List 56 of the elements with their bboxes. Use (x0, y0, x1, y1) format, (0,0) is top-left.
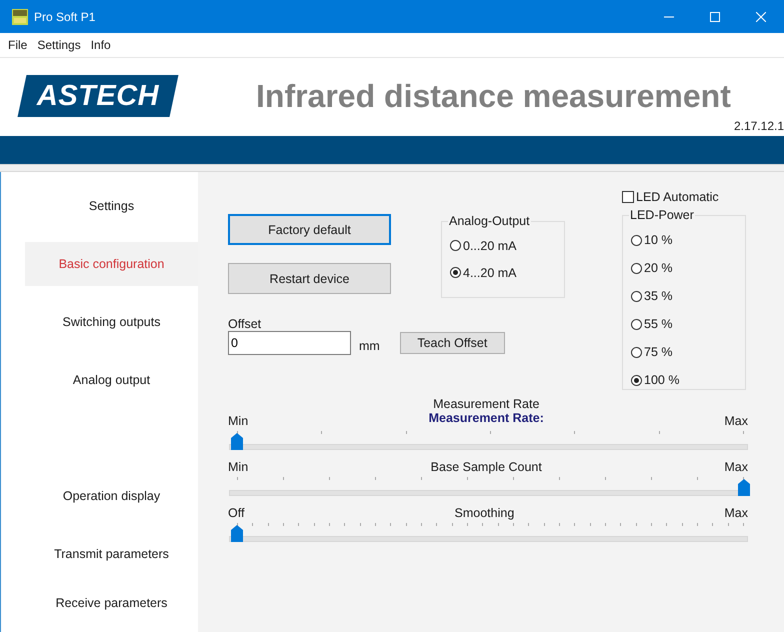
app-heading: Infrared distance measurement (256, 78, 731, 116)
group-title: Analog-Output (448, 214, 531, 228)
group-title: LED-Power (629, 208, 695, 222)
version-text: 2.17.12.1 (734, 119, 784, 133)
max-label: Max (724, 414, 748, 428)
slider-title: Base Sample Count (430, 460, 542, 474)
unit-label: mm (359, 339, 380, 353)
max-label: Max (724, 460, 748, 474)
sidebar-item[interactable]: Settings (25, 184, 198, 228)
led-automatic-checkbox[interactable]: LED Automatic (622, 188, 746, 206)
radio-option[interactable]: 4...20 mA (450, 259, 564, 286)
close-icon (756, 12, 766, 22)
offset-field[interactable]: 0 (228, 331, 351, 355)
window-title: Pro Soft P1 (34, 10, 96, 24)
menu-item[interactable]: Settings (37, 38, 81, 52)
slider-title: Measurement Rate (433, 397, 540, 411)
sidebar-item[interactable]: Analog output (25, 358, 198, 402)
radio-icon[interactable] (631, 346, 642, 358)
max-label: Max (724, 506, 748, 520)
radio-option[interactable]: 55 % (631, 310, 745, 338)
slider-value-label: Measurement Rate: (428, 411, 544, 425)
menu-item[interactable]: Info (90, 38, 111, 52)
radio-option[interactable]: 100 % (631, 366, 745, 394)
menu-item[interactable]: File (8, 38, 28, 52)
slider-thumb[interactable] (231, 433, 243, 450)
sidebar-item[interactable]: Basic configuration (25, 242, 198, 286)
radio-icon[interactable] (450, 240, 461, 251)
offset-label: Offset (228, 317, 262, 331)
action-button[interactable]: Factory default (228, 214, 391, 245)
app-icon (12, 8, 28, 24)
radio-option[interactable]: 10 % (631, 226, 745, 254)
sidebar-item[interactable]: Operation display (25, 474, 198, 518)
radio-option[interactable]: 75 % (631, 338, 745, 366)
min-label: Min (228, 414, 248, 428)
min-label: Min (228, 460, 248, 474)
slider-title: Smoothing (454, 506, 514, 520)
min-label: Off (228, 506, 244, 520)
radio-icon[interactable] (631, 374, 642, 386)
teach-offset-button[interactable]: Teach Offset (400, 332, 505, 354)
sidebar-item[interactable]: Receive parameters (25, 581, 198, 625)
radio-icon[interactable] (450, 267, 461, 278)
maximize-icon (710, 12, 720, 22)
action-button[interactable]: Restart device (228, 263, 391, 294)
radio-icon[interactable] (631, 290, 642, 302)
sidebar-item[interactable]: Switching outputs (25, 300, 198, 344)
checkbox-icon[interactable] (622, 191, 634, 203)
slider-thumb[interactable] (231, 525, 243, 542)
radio-option[interactable]: 0...20 mA (450, 232, 564, 259)
radio-icon[interactable] (631, 234, 642, 246)
radio-icon[interactable] (631, 318, 642, 330)
slider-thumb[interactable] (738, 479, 750, 496)
radio-icon[interactable] (631, 262, 642, 274)
radio-option[interactable]: 35 % (631, 282, 745, 310)
radio-option[interactable]: 20 % (631, 254, 745, 282)
logo: ASTECH (18, 75, 178, 117)
sidebar-item[interactable]: Transmit parameters (25, 532, 198, 576)
